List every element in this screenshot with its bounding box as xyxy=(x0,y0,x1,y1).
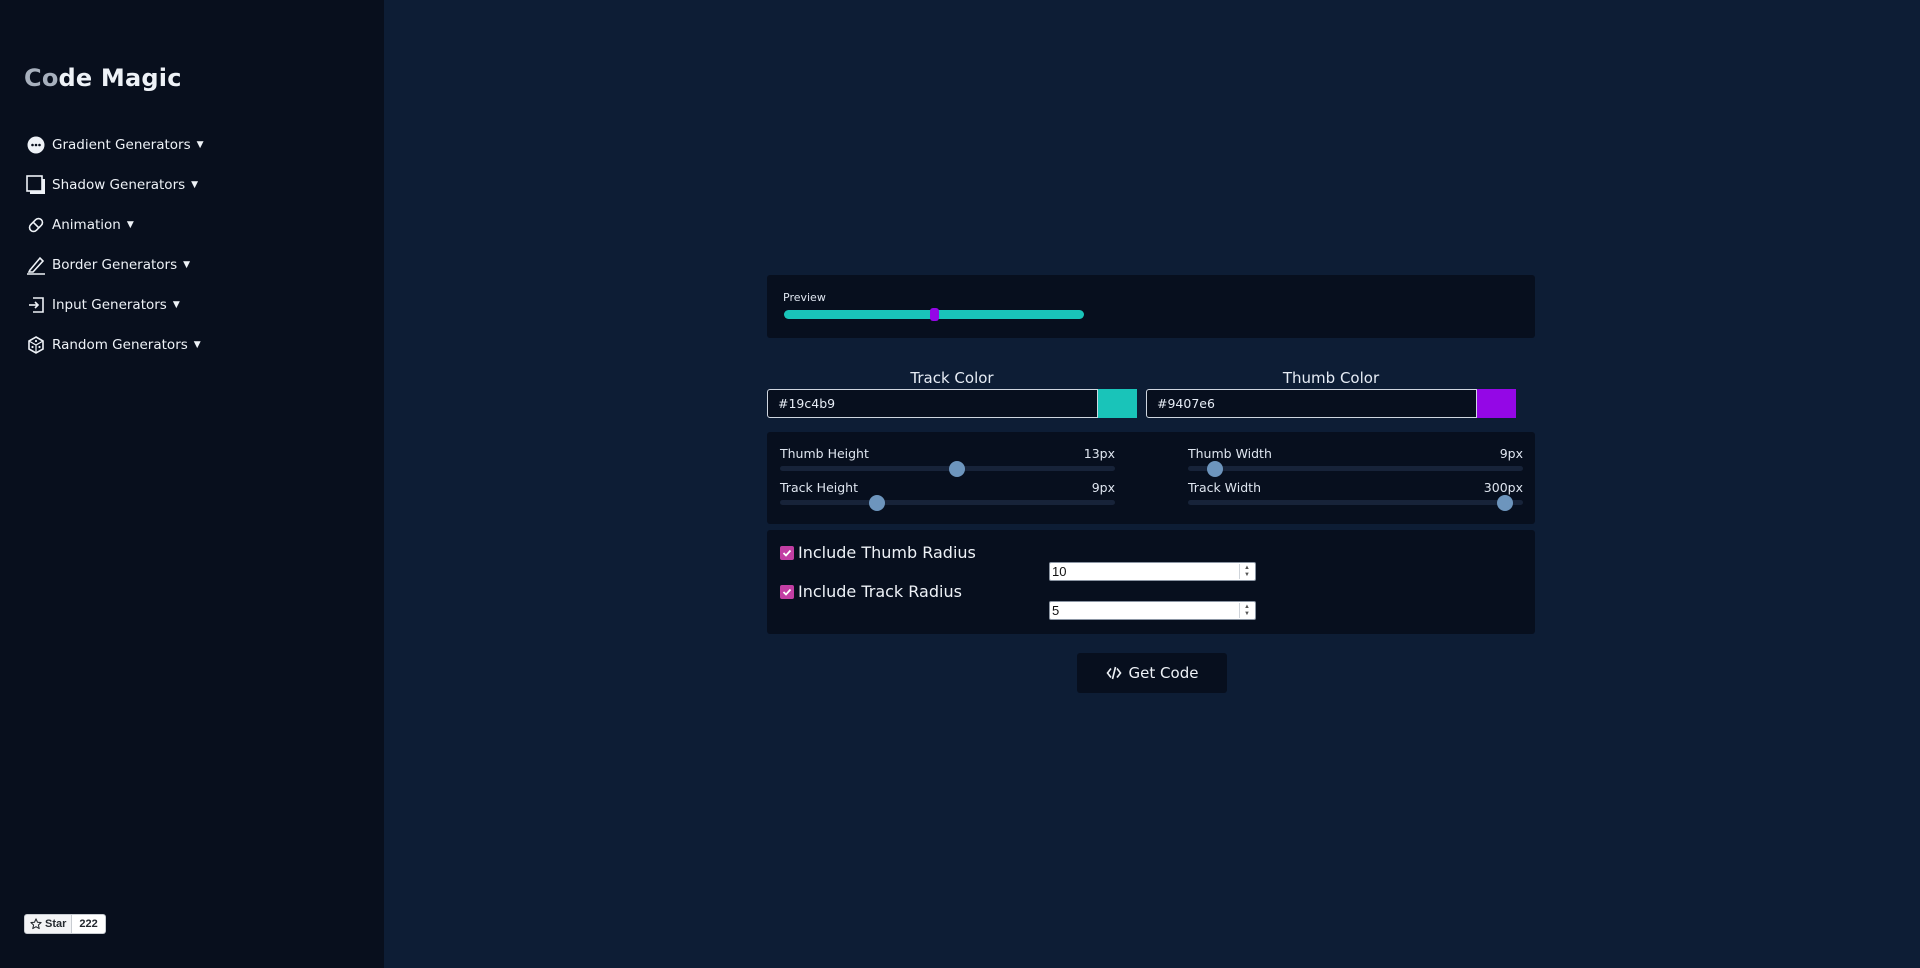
track-height-value: 9px xyxy=(1091,480,1115,495)
chevron-down-icon: ▼ xyxy=(172,300,180,310)
include-track-radius-label: Include Track Radius xyxy=(798,582,962,601)
thumb-color-swatch[interactable] xyxy=(1477,389,1516,418)
logo-part-b: de Magic xyxy=(58,64,182,92)
chevron-down-icon: ▼ xyxy=(196,140,204,150)
preview-slider-track[interactable] xyxy=(784,308,1084,321)
sidebar-item-label: Input Generators xyxy=(52,297,167,313)
track-color-group: Track Color #19c4b9 xyxy=(767,368,1137,418)
include-thumb-radius-label: Include Thumb Radius xyxy=(798,543,976,562)
github-star-label-wrap[interactable]: Star xyxy=(24,914,73,934)
sidebar-item-label: Gradient Generators xyxy=(52,137,191,153)
star-icon xyxy=(30,918,42,930)
include-thumb-radius-checkbox[interactable]: Include Thumb Radius xyxy=(780,543,976,562)
track-color-title: Track Color xyxy=(910,369,994,387)
sidebar-item-label: Random Generators xyxy=(52,337,188,353)
preview-slider-thumb[interactable] xyxy=(929,308,939,321)
track-height-slider-knob[interactable] xyxy=(869,495,886,511)
size-sliders-panel: Thumb Height 13px Thumb Width 9px Track … xyxy=(767,432,1535,524)
github-star-count[interactable]: 222 xyxy=(72,914,106,934)
track-radius-input[interactable]: 5 ▲ ▼ xyxy=(1049,601,1256,620)
sidebar-item-random-generators[interactable]: Random Generators ▼ xyxy=(26,325,204,365)
track-height-slider-rail[interactable] xyxy=(780,500,1115,505)
sidebar-item-shadow-generators[interactable]: Shadow Generators ▼ xyxy=(26,165,204,205)
dice-icon xyxy=(26,335,46,355)
thumb-width-slider-knob[interactable] xyxy=(1207,461,1224,477)
track-width-label: Track Width xyxy=(1188,480,1261,495)
checkbox-checked-icon[interactable] xyxy=(780,545,794,560)
thumb-color-input[interactable]: #9407e6 xyxy=(1146,389,1477,418)
thumb-color-group: Thumb Color #9407e6 xyxy=(1146,368,1516,418)
sidebar-item-input-generators[interactable]: Input Generators ▼ xyxy=(26,285,204,325)
thumb-height-slider-knob[interactable] xyxy=(949,461,966,477)
thumb-color-title: Thumb Color xyxy=(1282,369,1380,387)
github-star-button[interactable]: Star 222 xyxy=(24,914,106,934)
code-icon xyxy=(1106,666,1122,680)
sidebar-item-animation[interactable]: Animation ▼ xyxy=(26,205,204,245)
preview-panel: Preview xyxy=(767,275,1535,338)
sidebar-item-label: Animation xyxy=(52,217,121,233)
preview-label: Preview xyxy=(783,291,826,304)
track-height-label: Track Height xyxy=(780,480,859,495)
input-icon xyxy=(26,295,46,315)
thumb-width-slider-rail[interactable] xyxy=(1188,466,1523,471)
checkbox-checked-icon[interactable] xyxy=(780,584,794,599)
app-logo[interactable]: Code Magic xyxy=(24,64,182,92)
track-radius-value: 5 xyxy=(1052,603,1060,618)
sidebar-item-gradient-generators[interactable]: Gradient Generators ▼ xyxy=(26,125,204,165)
number-spinner-icon[interactable]: ▲ ▼ xyxy=(1239,564,1254,579)
track-color-swatch[interactable] xyxy=(1098,389,1137,418)
chevron-down-icon: ▼ xyxy=(183,260,191,270)
chevron-down-icon: ▼ xyxy=(126,220,134,230)
sidebar: Code Magic Gradient Generators ▼ Shadow … xyxy=(0,0,384,968)
chevron-down-icon: ▼ xyxy=(193,340,201,350)
gradient-icon xyxy=(26,135,46,155)
radius-panel: Include Thumb Radius 10 ▲ ▼ Include Track… xyxy=(767,530,1535,634)
github-star-label: Star xyxy=(45,918,67,930)
get-code-label: Get Code xyxy=(1128,664,1199,682)
sidebar-item-border-generators[interactable]: Border Generators ▼ xyxy=(26,245,204,285)
logo-part-a: Co xyxy=(24,64,59,92)
thumb-height-label: Thumb Height xyxy=(780,446,869,461)
number-spinner-icon[interactable]: ▲ ▼ xyxy=(1239,603,1254,618)
track-color-input[interactable]: #19c4b9 xyxy=(767,389,1098,418)
sidebar-item-label: Shadow Generators xyxy=(52,177,186,193)
thumb-radius-value: 10 xyxy=(1052,564,1067,579)
track-width-slider-rail[interactable] xyxy=(1188,500,1523,505)
thumb-width-value: 9px xyxy=(1499,446,1523,461)
thumb-width-label: Thumb Width xyxy=(1188,446,1272,461)
chevron-down-icon: ▼ xyxy=(191,180,199,190)
track-width-value: 300px xyxy=(1483,480,1523,495)
include-track-radius-checkbox[interactable]: Include Track Radius xyxy=(780,582,962,601)
thumb-height-value: 13px xyxy=(1083,446,1115,461)
sidebar-nav: Gradient Generators ▼ Shadow Generators … xyxy=(26,125,204,365)
thumb-height-slider-rail[interactable] xyxy=(780,466,1115,471)
shadow-icon xyxy=(26,175,46,195)
track-width-slider-knob[interactable] xyxy=(1497,495,1514,511)
sidebar-item-label: Border Generators xyxy=(52,257,178,273)
animation-icon xyxy=(26,215,46,235)
get-code-button[interactable]: Get Code xyxy=(1077,653,1227,693)
border-icon xyxy=(26,255,46,275)
thumb-radius-input[interactable]: 10 ▲ ▼ xyxy=(1049,562,1256,581)
